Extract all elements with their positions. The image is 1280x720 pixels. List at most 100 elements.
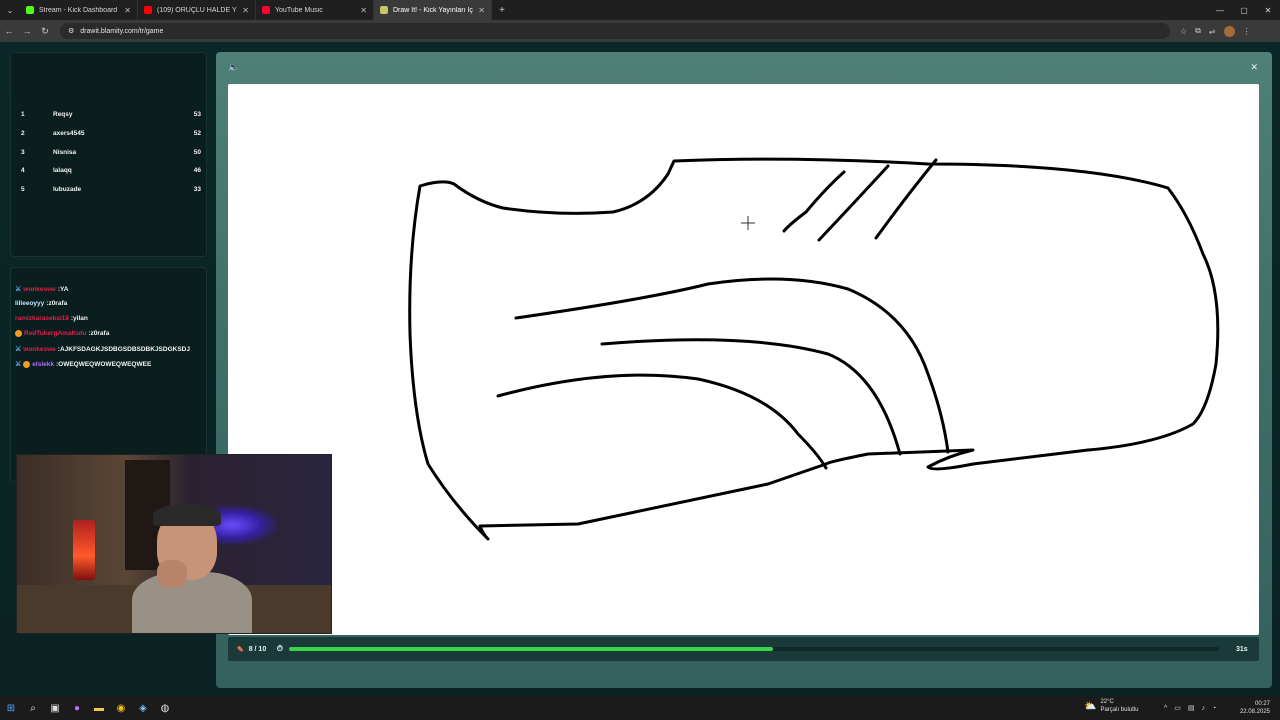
- bookmark-star-icon[interactable]: ☆: [1180, 27, 1187, 36]
- chat-message: lilleeoyyy:z0rafa: [15, 300, 67, 307]
- extensions-icon[interactable]: ⧉: [1195, 26, 1201, 36]
- forward-icon[interactable]: →: [18, 26, 36, 36]
- chat-text: :yilan: [70, 315, 88, 322]
- mic-icon[interactable]: ♪: [1202, 705, 1206, 712]
- time-progress-fill: [288, 647, 773, 651]
- chat-username[interactable]: wonkeswe: [23, 286, 56, 293]
- chat-message: ⚔ wonkeswe:YA: [15, 285, 69, 294]
- weather-widget[interactable]: ⛅ 22°C Parçalı bulutlu: [1084, 698, 1138, 714]
- player-score: 50: [193, 148, 201, 156]
- tab-close-icon[interactable]: ✕: [242, 6, 249, 15]
- chat-text: :z0rafa: [88, 330, 110, 337]
- player-name: Nisnisa: [53, 148, 77, 156]
- site-info-icon[interactable]: ⚙: [68, 27, 74, 35]
- browser-menu-icon[interactable]: ⋮: [1243, 27, 1251, 36]
- tab-favicon-icon: [144, 6, 152, 14]
- profile-avatar[interactable]: [1223, 25, 1235, 37]
- sound-icon[interactable]: 🔈: [228, 62, 239, 73]
- drawing-canvas[interactable]: [228, 84, 1259, 635]
- tab-favicon-icon: [26, 6, 34, 14]
- tab-search-icon[interactable]: ⌄: [0, 0, 20, 20]
- player-rank: 3: [21, 148, 25, 156]
- maximize-icon[interactable]: ▢: [1232, 0, 1256, 20]
- drawing-svg: [408, 157, 1220, 541]
- weather-desc: Parçalı bulutlu: [1100, 707, 1139, 713]
- os-taskbar: ⊞ ⌕ ▣ ● ▬ ◉ ◈ ◍ ⛅ 22°C Parçalı bulutlu ^…: [0, 696, 1280, 720]
- clock-date: 22.08.2025: [1239, 709, 1270, 715]
- chat-message: RedTukergAmaKutu:z0rafa: [15, 330, 109, 337]
- browser-tab[interactable]: YouTube Music ✕: [256, 0, 374, 20]
- seconds-remaining: 31s: [1235, 645, 1248, 653]
- timer-icon: ⏱: [276, 644, 283, 653]
- time-progress-bar: [288, 647, 1219, 651]
- player-rank: 1: [21, 110, 25, 118]
- tab-close-icon[interactable]: ✕: [478, 6, 485, 15]
- player-rank: 4: [21, 166, 25, 174]
- leaderboard-panel: 1 Reqsy 53 2 axers4545 52 3 Nisnisa 50 4 lalaqq 46 5…: [10, 52, 207, 257]
- tab-favicon-icon: [380, 6, 388, 14]
- sword-badge-icon: ⚔: [15, 361, 22, 368]
- leaderboard-row: 3 Nisnisa 50: [21, 144, 201, 160]
- system-tray: ^ ▭ ▤ ♪ ◔: [1164, 696, 1216, 720]
- url-field[interactable]: ⚙ drawit.blamity.com/tr/game: [60, 23, 1170, 39]
- chat-text: :OWEQWEQWOWEQWEQWEE: [55, 360, 152, 368]
- browser-tab[interactable]: Draw It! - Kick Yayınları İçin Çizi… ✕: [374, 0, 492, 20]
- browser-tab[interactable]: (109) ORUÇLU HALDE YORMA… ✕: [138, 0, 256, 20]
- tray-app-icon[interactable]: ▭: [1174, 704, 1181, 712]
- app-icon[interactable]: ◈: [132, 696, 154, 720]
- back-icon[interactable]: ←: [0, 26, 18, 36]
- chat-panel: ⚔ wonkeswe:YA lilleeoyyy:z0rafa ramizkarase…: [10, 267, 207, 482]
- player-score: 52: [193, 129, 201, 137]
- gold-badge-icon: [15, 330, 22, 337]
- stripe-3: [874, 158, 938, 240]
- chat-message: ramizkaraseksi18:yilan: [15, 315, 88, 322]
- task-view-icon[interactable]: ▣: [44, 696, 66, 720]
- webcam-overlay: [16, 454, 332, 634]
- minimize-icon[interactable]: —: [1208, 0, 1232, 20]
- chat-username[interactable]: wonkeswe: [23, 346, 56, 353]
- sword-badge-icon: ⚔: [15, 346, 22, 353]
- chat-text: :YA: [57, 285, 69, 293]
- reload-icon[interactable]: ↻: [36, 26, 54, 37]
- tray-chevron-icon[interactable]: ^: [1164, 705, 1167, 712]
- browser-tab[interactable]: Stream - Kick Dashboard ✕: [20, 0, 138, 20]
- search-icon[interactable]: ⌕: [22, 696, 44, 720]
- tab-title: YouTube Music: [275, 6, 323, 14]
- cast-icon[interactable]: ⇌: [1209, 27, 1216, 36]
- crosshair-cursor: [741, 216, 755, 230]
- chat-username[interactable]: RedTukergAmaKutu: [24, 330, 86, 337]
- close-icon[interactable]: ✕: [1250, 62, 1258, 73]
- player-rank: 5: [21, 185, 25, 193]
- chat-username[interactable]: elslekk: [32, 361, 54, 368]
- chat-username[interactable]: ramizkaraseksi18: [15, 315, 69, 322]
- network-icon[interactable]: ▤: [1188, 704, 1195, 712]
- tab-favicon-icon: [262, 6, 270, 14]
- leaderboard-row: 5 lubuzade 33: [21, 181, 201, 197]
- leaderboard-row: 1 Reqsy 53: [21, 106, 201, 122]
- clock-time: 00:27: [1254, 701, 1270, 707]
- stripe-2: [817, 164, 890, 242]
- weather-temp: 22°C: [1100, 699, 1114, 705]
- swoosh-upper: [514, 277, 950, 454]
- player-score: 53: [193, 110, 201, 118]
- chrome-icon[interactable]: ◉: [110, 696, 132, 720]
- close-window-icon[interactable]: ✕: [1256, 0, 1280, 20]
- game-panel: 🔈 ✕ ✎ 8 / 10 ⏱ 31s: [216, 52, 1272, 688]
- meet-icon[interactable]: ●: [66, 696, 88, 720]
- leaderboard-row: 4 lalaqq 46: [21, 162, 201, 178]
- volume-icon[interactable]: ◔: [1212, 705, 1216, 712]
- tab-title: Stream - Kick Dashboard: [39, 6, 118, 14]
- tab-close-icon[interactable]: ✕: [124, 6, 131, 15]
- chat-message: ⚔ elslekk:OWEQWEQWOWEQWEQWEE: [15, 360, 151, 368]
- chat-username[interactable]: lilleeoyyy: [15, 300, 44, 307]
- browser-tab-bar: ⌄ Stream - Kick Dashboard ✕ (109) ORUÇLU H…: [0, 0, 1280, 20]
- url-text: drawit.blamity.com/tr/game: [80, 27, 164, 35]
- tab-close-icon[interactable]: ✕: [360, 6, 367, 15]
- file-explorer-icon[interactable]: ▬: [88, 696, 110, 720]
- sword-badge-icon: ⚔: [15, 286, 22, 293]
- new-tab-button[interactable]: +: [492, 5, 512, 16]
- gold-badge-icon: [23, 360, 31, 368]
- obs-icon[interactable]: ◍: [154, 696, 176, 720]
- windows-start-icon[interactable]: ⊞: [0, 696, 22, 720]
- system-clock[interactable]: 00:27 22.08.2025: [1240, 700, 1270, 716]
